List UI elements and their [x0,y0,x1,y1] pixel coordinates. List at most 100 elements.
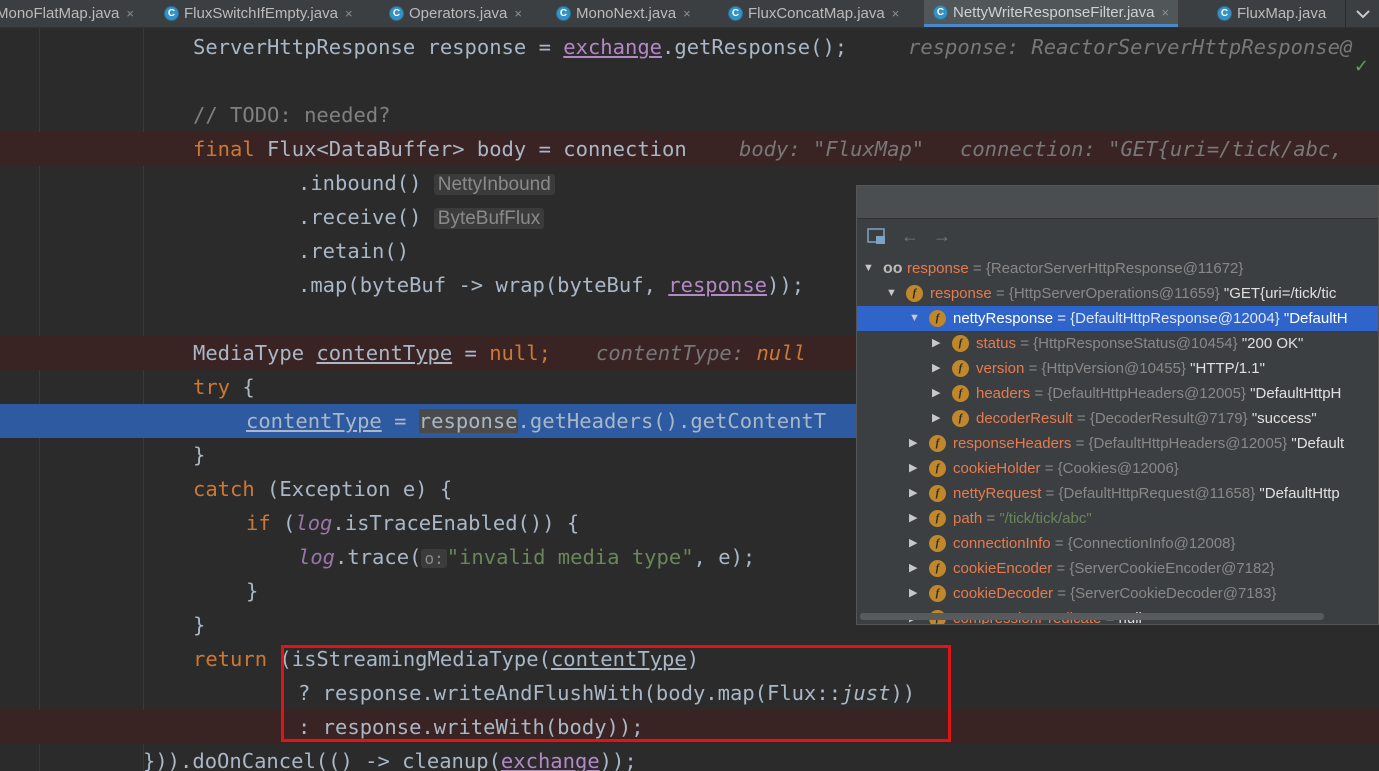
variable-row-path[interactable]: ▶ f path = "/tick/tick/abc" [857,506,1378,531]
tab-nettywriteresponsefilter[interactable]: C NettyWriteResponseFilter.java × [924,0,1179,27]
tab-fluxmap[interactable]: C FluxMap.java [1217,0,1326,27]
class-icon: C [1217,6,1232,21]
field-icon: f [952,385,969,402]
variable-type: = [982,510,1000,527]
variable-row-response[interactable]: ▼ oo response = {ReactorServerHttpResponse… [857,256,1378,281]
expand-triangle-icon[interactable]: ▶ [909,431,917,456]
editor-tab-bar: MonoFlatMap.java × C FluxSwitchIfEmpty.jav… [0,0,1379,28]
expand-triangle-icon[interactable]: ▶ [932,381,940,406]
variable-row-cookieencoder[interactable]: ▶ f cookieEncoder = {ServerCookieEncoder@7… [857,556,1378,581]
variable-type: = {DefaultHttpRequest@11658} [1041,485,1256,502]
variable-type: = {HttpVersion@10455} [1024,360,1186,377]
variable-value: "success" [1247,410,1317,427]
variable-value: "200 OK" [1237,335,1304,352]
close-icon[interactable]: × [126,6,134,21]
tab-mononext[interactable]: C MonoNext.java × [556,0,691,27]
field-icon: f [929,535,946,552]
variable-row-response[interactable]: ▼ f response = {HttpServerOperations@11659… [857,281,1378,306]
variable-type: = {DefaultHttpHeaders@12005} [1071,435,1288,452]
horizontal-scrollbar[interactable] [860,613,1324,620]
code-line-3: // TODO: needed? [193,103,391,127]
field-icon: f [952,410,969,427]
close-icon[interactable]: × [514,6,522,21]
class-icon: C [389,6,404,21]
variable-value: "DefaultH [1279,310,1348,327]
collapse-triangle-icon[interactable]: ▼ [909,306,920,331]
layout-icon[interactable] [867,227,887,245]
expand-triangle-icon[interactable]: ▶ [909,531,917,556]
variable-row-headers[interactable]: ▶ f headers = {DefaultHttpHeaders@12005} "… [857,381,1378,406]
field-icon: f [929,585,946,602]
field-icon: f [952,360,969,377]
tab-fluxconcatmap[interactable]: C FluxConcatMap.java × [728,0,899,27]
tab-monoflatmap[interactable]: MonoFlatMap.java × [0,0,134,27]
expand-triangle-icon[interactable]: ▶ [909,481,917,506]
tab-operators[interactable]: C Operators.java × [389,0,522,27]
expand-triangle-icon[interactable]: ▶ [909,556,917,581]
inline-debug-value: connection: "GET{uri=/tick/abc, [960,137,1343,161]
variable-name: response [907,260,969,277]
variable-row-responseheaders[interactable]: ▶ f responseHeaders = {DefaultHttpHeaders@… [857,431,1378,456]
forward-arrow-icon[interactable]: → [933,226,951,247]
tab-label: FluxMap.java [1237,5,1327,22]
popup-toolbar: ← → [857,219,1378,253]
expand-triangle-icon[interactable]: ▶ [909,456,917,481]
variable-type: = {DefaultHttpHeaders@12005} [1030,385,1247,402]
code-line-22: })).doOnCancel(() -> cleanup(exchange)); [143,749,637,771]
popup-title-bar[interactable] [857,186,1378,219]
close-icon[interactable]: × [683,6,691,21]
variable-row-decoderresult[interactable]: ▶ f decoderResult = {DecoderResult@7179} "… [857,406,1378,431]
tab-fluxswitchifempty[interactable]: C FluxSwitchIfEmpty.java × [164,0,353,27]
field-icon: f [929,560,946,577]
variable-row-nettyrequest[interactable]: ▶ f nettyRequest = {DefaultHttpRequest@116… [857,481,1378,506]
watch-icon: oo [883,260,903,277]
collapse-triangle-icon[interactable]: ▼ [886,281,897,306]
variable-value: "/tick/tick/abc" [999,510,1092,527]
variable-type: = {ServerCookieDecoder@7183} [1053,585,1277,602]
variable-name: nettyRequest [953,485,1042,502]
type-hint: NettyInbound [433,174,555,195]
field-icon: f [906,285,923,302]
debug-evaluation-popup[interactable]: ← → ▼ oo response = {ReactorServerHttpResp… [856,185,1379,625]
variable-row-connectioninfo[interactable]: ▶ f connectionInfo = {ConnectionInfo@12008… [857,531,1378,556]
highlight-box [281,645,951,742]
back-arrow-icon[interactable]: ← [901,226,919,247]
expand-triangle-icon[interactable]: ▶ [909,581,917,606]
close-icon[interactable]: × [1161,5,1169,20]
chevron-down-icon [1355,9,1370,18]
tab-label: MonoNext.java [576,5,677,22]
variable-type: = {ServerCookieEncoder@7182} [1052,560,1275,577]
variable-type: = {ReactorServerHttpResponse@11672} [968,260,1244,277]
type-hint: ByteBufFlux [433,208,545,229]
variable-type: = {ConnectionInfo@12008} [1050,535,1236,552]
variable-name: connectionInfo [953,535,1051,552]
variable-name: responseHeaders [953,435,1072,452]
class-icon: C [933,4,948,20]
parameter-hint: o: [421,549,447,568]
class-icon: C [556,6,571,21]
inline-debug-value: response: ReactorServerHttpResponse@ [908,35,1353,59]
expand-triangle-icon[interactable]: ▶ [932,406,940,431]
variable-row-cookiedecoder[interactable]: ▶ f cookieDecoder = {ServerCookieDecoder@7… [857,581,1378,606]
field-icon: f [952,335,969,352]
code-line-1: ServerHttpResponse response = exchange.g… [0,30,1379,64]
field-icon: f [929,310,946,327]
close-icon[interactable]: × [345,6,353,21]
variable-row-version[interactable]: ▶ f version = {HttpVersion@10455} "HTTP/1.… [857,356,1378,381]
tab-label: NettyWriteResponseFilter.java [953,3,1155,21]
field-icon: f [929,485,946,502]
variable-type: = {HttpServerOperations@11659} [991,285,1220,302]
variable-name: decoderResult [976,410,1073,427]
close-icon[interactable]: × [892,6,900,21]
variable-row-cookieholder[interactable]: ▶ f cookieHolder = {Cookies@12006} [857,456,1378,481]
variable-row-status[interactable]: ▶ f status = {HttpResponseStatus@10454} "2… [857,331,1378,356]
collapse-triangle-icon[interactable]: ▼ [863,256,874,281]
tab-list-button[interactable] [1345,0,1379,27]
expand-triangle-icon[interactable]: ▶ [932,331,940,356]
expand-triangle-icon[interactable]: ▶ [909,506,917,531]
variable-value: "GET{uri=/tick/tic [1219,285,1337,302]
variable-type: = {HttpResponseStatus@10454} [1016,335,1238,352]
expand-triangle-icon[interactable]: ▶ [932,356,940,381]
variable-value: "HTTP/1.1" [1185,360,1265,377]
variable-row-nettyresponse[interactable]: ▼ f nettyResponse = {DefaultHttpResponse@1… [857,306,1378,331]
